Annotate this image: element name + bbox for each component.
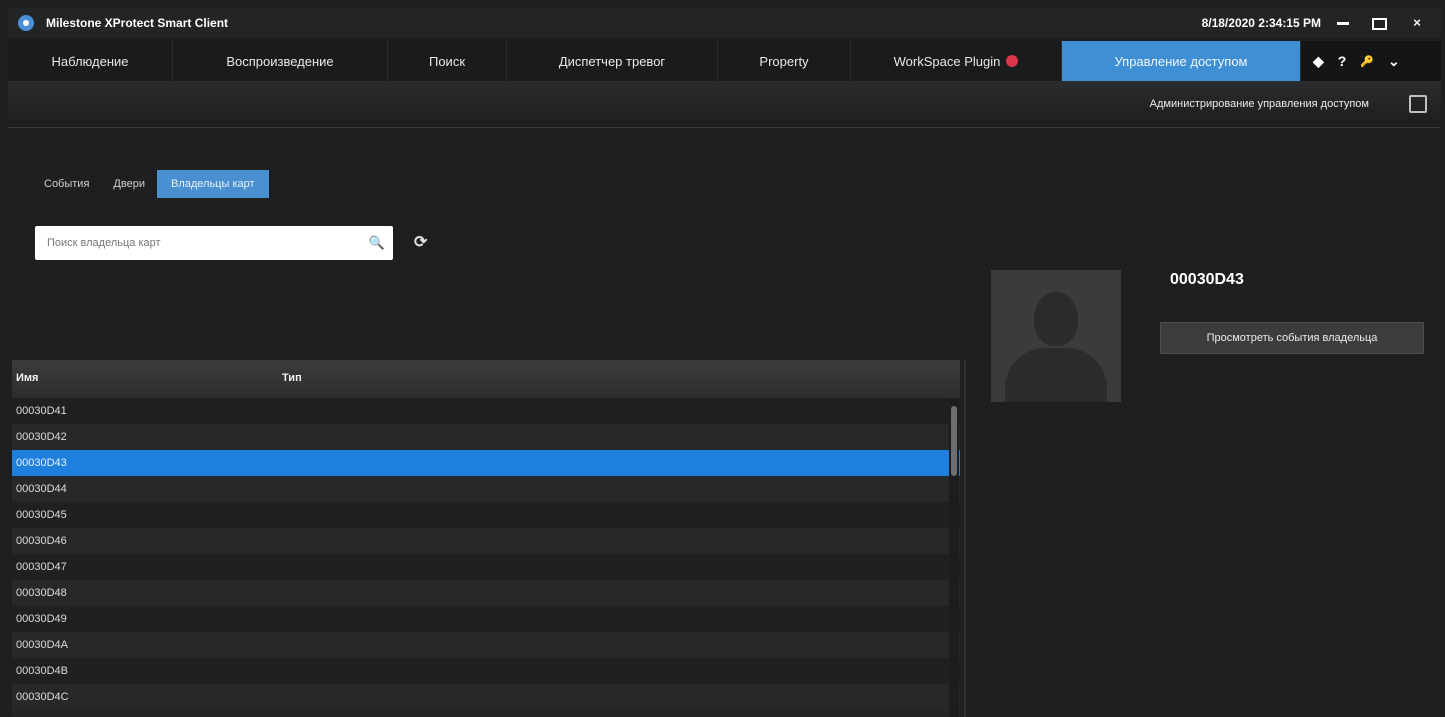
tab-monitoring[interactable]: Наблюдение (8, 41, 173, 81)
cardholder-search: 🔍 (35, 226, 393, 260)
minimize-icon (1337, 22, 1349, 26)
avatar-body (1005, 348, 1107, 402)
tab-search[interactable]: Поиск (388, 41, 507, 81)
search-input[interactable] (45, 236, 369, 250)
refresh-icon[interactable]: ⟳ (414, 232, 427, 252)
table-row[interactable]: 00030D49 (12, 606, 960, 632)
pin-icon[interactable]: ◆ (1313, 53, 1324, 70)
table-row-selected[interactable]: 00030D43 (12, 450, 960, 476)
table-scrollbar[interactable] (949, 398, 959, 717)
tab-label: Диспетчер тревог (558, 53, 666, 69)
toolbar-icons: ◆ ? 🔑 ⌄ (1301, 41, 1400, 81)
cardholder-table: Имя Тип 00030D41 00030D42 00030D43 00030… (12, 360, 960, 717)
expand-icon[interactable] (1409, 95, 1427, 113)
workspace-tabs: Наблюдение Воспроизведение Поиск Диспетч… (8, 41, 1441, 81)
tab-cardholders[interactable]: Владельцы карт (156, 170, 269, 198)
table-row[interactable]: 00030D48 (12, 580, 960, 606)
table-row[interactable]: 00030D47 (12, 554, 960, 580)
tab-access-control[interactable]: Управление доступом (1062, 41, 1301, 81)
table-row[interactable]: 00030D45 (12, 502, 960, 528)
tab-playback[interactable]: Воспроизведение (173, 41, 388, 81)
help-icon[interactable]: ? (1338, 53, 1347, 69)
table-row[interactable]: 00030D46 (12, 528, 960, 554)
tab-label: Поиск (428, 53, 466, 69)
tab-label: WorkSpace Plugin (893, 53, 1001, 69)
close-button[interactable]: × (1401, 12, 1433, 34)
minimize-button[interactable] (1327, 12, 1359, 34)
tab-alarm-manager[interactable]: Диспетчер тревог (507, 41, 718, 81)
chevron-down-icon[interactable]: ⌄ (1388, 53, 1400, 70)
column-header-type[interactable]: Тип (282, 372, 302, 384)
sub-header: Администрирование управления доступом (8, 81, 1441, 128)
tab-doors[interactable]: Двери (101, 170, 157, 198)
table-row[interactable]: 00030D42 (12, 424, 960, 450)
avatar-head (1034, 292, 1078, 346)
table-row[interactable]: 00030D4C (12, 684, 960, 710)
title-bar: Milestone XProtect Smart Client 8/18/202… (8, 8, 1441, 38)
access-admin-link[interactable]: Администрирование управления доступом (1150, 98, 1369, 110)
view-cardholder-events-button[interactable]: Просмотреть события владельца (1160, 322, 1424, 354)
key-icon[interactable]: 🔑 (1360, 55, 1374, 68)
search-icon[interactable]: 🔍 (369, 235, 385, 251)
main-window: Milestone XProtect Smart Client 8/18/202… (8, 8, 1441, 717)
window-title: Milestone XProtect Smart Client (46, 16, 229, 30)
column-header-name[interactable]: Имя (16, 372, 38, 384)
tab-label: Воспроизведение (226, 53, 334, 69)
tab-label: Property (759, 53, 809, 69)
plugin-badge-icon (1006, 55, 1019, 67)
table-row[interactable]: 00030D4B (12, 658, 960, 684)
table-row[interactable]: 00030D44 (12, 476, 960, 502)
table-row[interactable]: 00030D4A (12, 632, 960, 658)
tab-workspace-plugin[interactable]: WorkSpace Plugin (851, 41, 1062, 81)
clock: 8/18/2020 2:34:15 PM (1201, 16, 1321, 30)
view-tabs: События Двери Владельцы карт (32, 170, 269, 198)
table-row[interactable]: 00030D41 (12, 398, 960, 424)
table-header: Имя Тип (12, 360, 960, 398)
tab-events[interactable]: События (32, 170, 101, 198)
maximize-icon (1371, 17, 1387, 30)
scrollbar-thumb[interactable] (951, 406, 957, 476)
maximize-button[interactable] (1363, 12, 1395, 34)
tab-property[interactable]: Property (718, 41, 851, 81)
tab-label: Управление доступом (1114, 53, 1248, 69)
cardholder-id: 00030D43 (1170, 271, 1244, 288)
table-body: 00030D41 00030D42 00030D43 00030D44 0003… (12, 398, 960, 710)
panel-divider[interactable] (964, 360, 966, 717)
cardholder-photo (991, 270, 1121, 402)
tab-label: Наблюдение (51, 53, 129, 69)
app-logo-icon (18, 15, 34, 31)
